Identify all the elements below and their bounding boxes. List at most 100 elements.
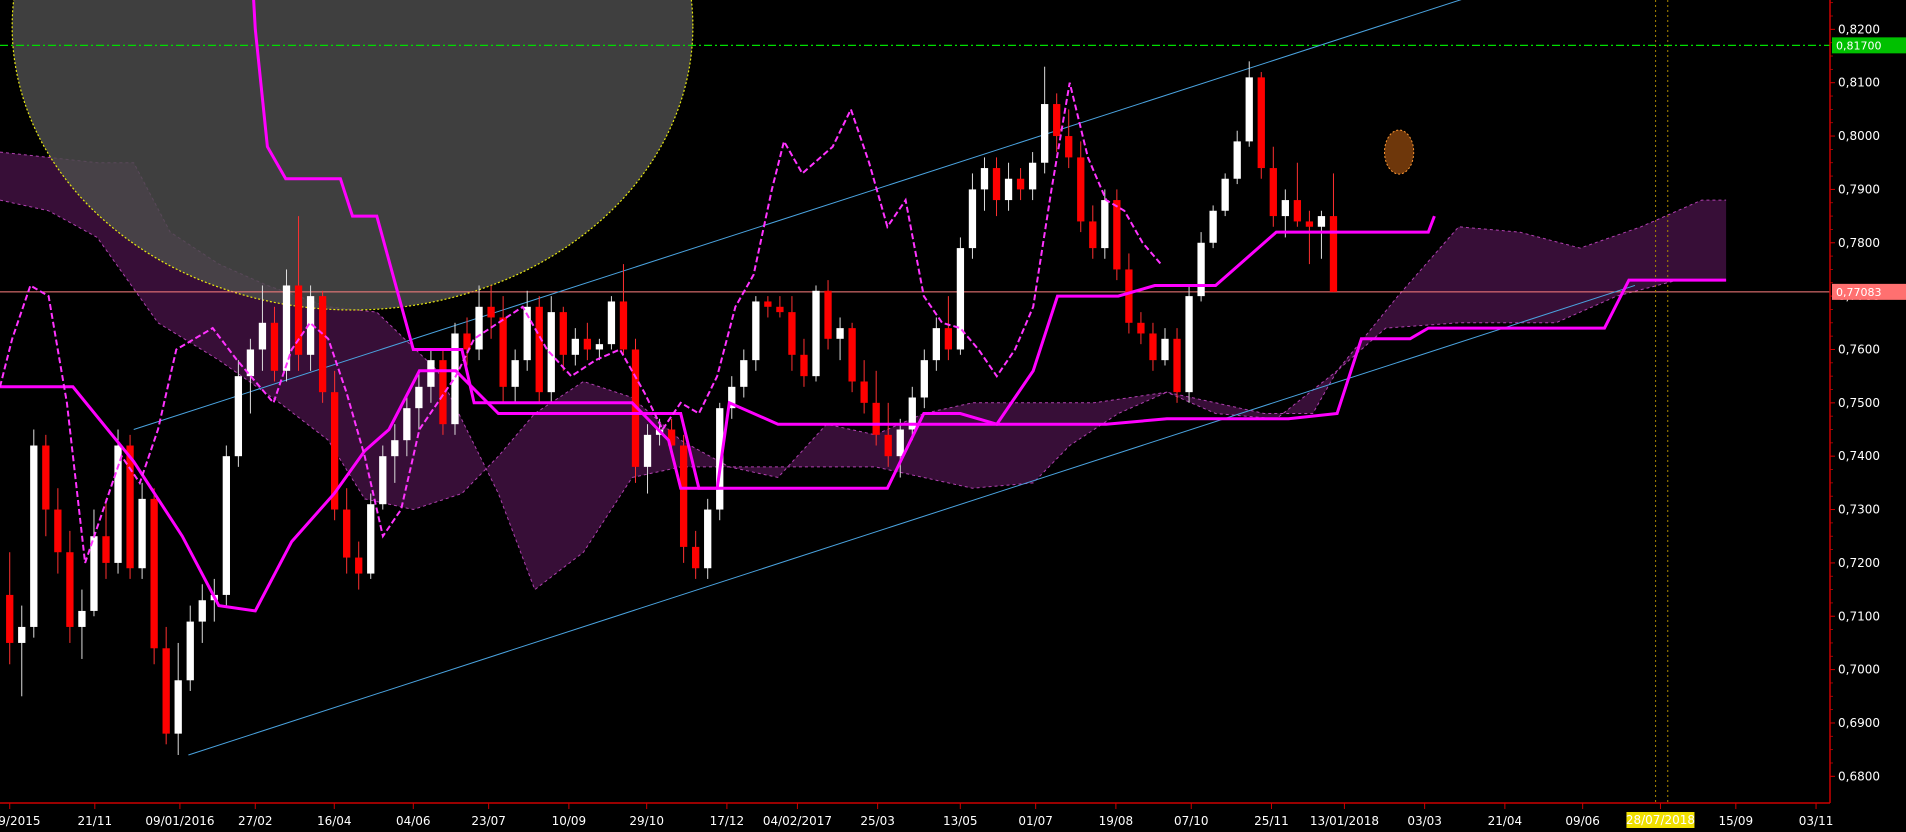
candle-body [186, 621, 194, 681]
candle-body [1317, 216, 1326, 227]
x-tick-label: 09/06 [1565, 814, 1600, 828]
candle-body [872, 402, 880, 435]
x-tick-label-highlighted: 28/07/2018 [1626, 813, 1695, 827]
candle-body [1041, 104, 1049, 163]
candle-body [800, 354, 808, 377]
candle-body [1173, 338, 1181, 393]
x-tick-label: 17/12 [710, 814, 745, 828]
y-tick-label: 0,7900 [1838, 182, 1880, 196]
candle-body [860, 381, 868, 403]
y-tick-label: 0,6900 [1838, 716, 1880, 730]
candle-body [451, 333, 459, 425]
candle-body [956, 248, 965, 350]
candle-body [475, 306, 483, 350]
candle-body [403, 408, 411, 441]
ichimoku-price-chart[interactable]: 0,82000,81000,80000,79000,78000,77000,76… [0, 0, 1906, 832]
candle-body [511, 360, 519, 387]
x-tick-label: 04/06 [396, 814, 431, 828]
candle-body [968, 189, 977, 249]
candle-body [198, 600, 206, 622]
y-tick-label: 0,7200 [1838, 556, 1880, 570]
candle-body [619, 301, 628, 350]
candle-body [1293, 200, 1302, 222]
candle-body [66, 552, 74, 627]
candle-body [42, 445, 50, 510]
candle-body [764, 301, 772, 307]
candle-body [1281, 200, 1289, 217]
resistance-badge-label: 0,81700 [1836, 39, 1882, 52]
x-tick-label: 19/08 [1099, 814, 1134, 828]
candle-body [90, 536, 98, 611]
candle-body [78, 610, 86, 627]
candle-body [234, 376, 243, 457]
candle-body [258, 322, 267, 350]
candle-body [1053, 104, 1061, 137]
candle-body [6, 594, 14, 643]
x-tick-label: 15/09 [1719, 814, 1754, 828]
candle-body [848, 328, 856, 382]
y-tick-label: 0,8200 [1838, 22, 1880, 36]
y-tick-label: 0,7600 [1838, 342, 1880, 356]
y-tick-label: 0,8000 [1838, 129, 1880, 143]
candle-body [1016, 178, 1025, 190]
candle-body [162, 648, 170, 734]
candle-body [571, 338, 579, 355]
candle-body [102, 536, 110, 563]
candle-body [343, 509, 351, 558]
x-tick-label: 01/07 [1018, 814, 1053, 828]
candle-body [836, 328, 844, 339]
y-tick-label: 0,7300 [1838, 503, 1880, 517]
candle-body [1257, 77, 1265, 169]
x-tick-label: 07/10 [1174, 814, 1209, 828]
candle-body [920, 360, 928, 398]
y-tick-label: 0,7000 [1838, 663, 1880, 677]
candle-body [679, 445, 688, 547]
candle-body [896, 429, 904, 457]
y-tick-label: 0,8100 [1838, 76, 1880, 90]
candle-body [18, 626, 26, 643]
candle-body [114, 445, 122, 563]
candle-body [54, 509, 62, 553]
x-tick-label: 03/03 [1407, 814, 1442, 828]
x-tick-label: 29/10 [629, 814, 664, 828]
candle-body [1113, 200, 1121, 270]
candle-body [1269, 168, 1277, 217]
candle-body [270, 322, 279, 371]
candle-body [1221, 178, 1229, 211]
candle-body [499, 317, 507, 387]
candle-body [1197, 242, 1205, 297]
candle-body [535, 306, 543, 393]
candle-body [1065, 136, 1073, 158]
candle-body [1028, 162, 1037, 190]
candle-body [692, 546, 700, 569]
candle-body [30, 445, 38, 627]
candle-body [824, 290, 832, 339]
x-tick-label: 13/05 [943, 814, 978, 828]
y-tick-label: 0,7100 [1838, 609, 1880, 623]
candle-body [1089, 221, 1097, 249]
candle-body [1329, 216, 1338, 292]
candle-body [1245, 77, 1253, 142]
x-tick-label: 2/09/2015 [0, 814, 40, 828]
candle-body [740, 360, 748, 387]
current-price-badge-label: 0,77083 [1836, 286, 1882, 299]
chart-window: 0,82000,81000,80000,79000,78000,77000,76… [0, 0, 1906, 832]
candle-body [138, 498, 146, 569]
x-tick-label: 04/02/2017 [763, 814, 832, 828]
candle-body [391, 440, 399, 457]
x-tick-label: 03/11 [1799, 814, 1834, 828]
candle-body [944, 328, 953, 350]
candle-body [788, 312, 796, 355]
y-tick-label: 0,7400 [1838, 449, 1880, 463]
y-tick-label: 0,7800 [1838, 236, 1880, 250]
candle-body [1101, 200, 1109, 249]
x-tick-label: 25/03 [860, 814, 895, 828]
candle-body [583, 338, 592, 350]
candle-body [367, 504, 375, 574]
candle-body [222, 456, 230, 595]
candle-body [1233, 141, 1241, 179]
candle-body [1125, 269, 1133, 323]
highlight-ellipse [11, 0, 694, 311]
candle-body [932, 328, 940, 361]
candle-body [980, 168, 989, 190]
